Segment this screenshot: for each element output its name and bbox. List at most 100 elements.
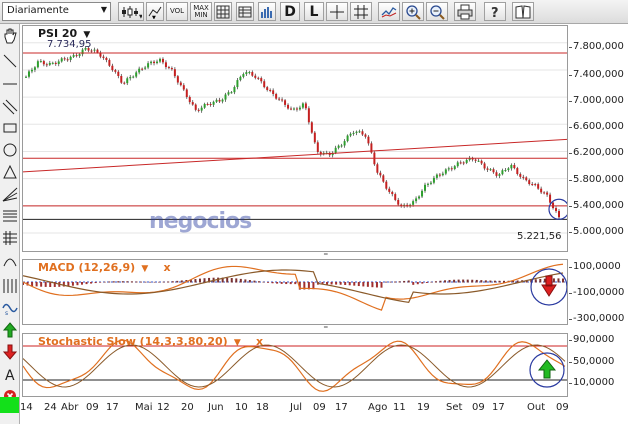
price-y-axis: 7.800,000 7.400,000 7.000,000 6.600,000 …	[569, 25, 628, 252]
fibonacci-tool[interactable]	[1, 206, 19, 226]
candle-body	[141, 68, 144, 70]
macd-title-group[interactable]: MACD (12,26,9) ▼ x	[38, 261, 171, 274]
multi-crosshair-button[interactable]	[350, 2, 372, 21]
rectangle-icon	[3, 123, 17, 133]
macd-histogram-bar	[534, 279, 537, 283]
macd-histogram-bar	[44, 282, 47, 287]
min-label: MIN	[194, 10, 208, 19]
candle-body	[105, 57, 108, 61]
candle-body	[525, 177, 528, 181]
indicators-button[interactable]: ▼	[146, 2, 164, 21]
candle-body	[346, 135, 349, 142]
macd-histogram-bar	[385, 281, 388, 283]
ellipse-tool[interactable]	[1, 140, 19, 160]
stochastic-panel[interactable]: Stochastic Slow (14,3,3,80,20) ▼ x	[22, 333, 568, 397]
macd-histogram-bar	[344, 282, 347, 285]
parallel-line-tool[interactable]	[1, 97, 19, 117]
candle-body	[117, 71, 120, 76]
price-y-tick: 5.800,000	[569, 174, 624, 185]
candle-body	[150, 61, 153, 64]
candle-body	[352, 132, 355, 134]
help-button[interactable]: ?	[484, 2, 506, 21]
macd-histogram-bar	[267, 282, 270, 283]
macd-histogram-bar	[421, 282, 424, 284]
candle-body	[415, 198, 418, 202]
candle-body	[298, 107, 301, 110]
price-chart-panel[interactable]: PSI 20 ▼ 7.734,95 5.221,56 negocios	[22, 25, 568, 252]
candle-body	[96, 49, 99, 53]
pan-tool[interactable]	[1, 26, 19, 46]
x-tick-label: Mai	[135, 402, 153, 413]
volume-button[interactable]: VOL	[166, 2, 188, 21]
manual-button[interactable]	[512, 2, 534, 21]
macd-histogram-bar	[489, 280, 492, 283]
candle-body	[215, 99, 218, 102]
fan-tool[interactable]	[1, 184, 19, 204]
macd-histogram-bar	[94, 282, 97, 284]
candle-body	[426, 183, 429, 185]
triangle-tool[interactable]	[1, 162, 19, 182]
linear-button[interactable]: L	[304, 2, 324, 21]
candle-body	[435, 174, 438, 178]
candle-body	[257, 77, 260, 79]
trendline-tool[interactable]	[1, 51, 19, 71]
buy-arrow-tool[interactable]	[1, 320, 19, 340]
candle-body	[51, 62, 54, 64]
sell-arrow-tool[interactable]	[1, 342, 19, 362]
zoom-out-button[interactable]	[426, 2, 448, 21]
candle-body	[138, 68, 141, 73]
zoom-in-button[interactable]	[402, 2, 424, 21]
candle-body	[54, 62, 57, 64]
candle-body	[382, 175, 385, 182]
last-value-label: 5.221,56	[517, 231, 562, 242]
bar-chart-type-button[interactable]: ▼	[118, 2, 144, 21]
candle-body	[486, 168, 489, 170]
macd-panel[interactable]: MACD (12,26,9) ▼ x	[22, 259, 568, 325]
x-tick-label: 11	[393, 402, 406, 413]
candle-body	[310, 122, 313, 133]
arc-tool[interactable]	[1, 250, 19, 270]
x-tick-label: Set	[446, 402, 463, 413]
candle-body	[236, 80, 239, 88]
histogram-button[interactable]	[258, 2, 276, 21]
candle-body	[447, 168, 450, 170]
candle-body	[260, 78, 263, 82]
svg-text:A: A	[5, 368, 15, 382]
stochastic-close-icon: x	[255, 335, 264, 348]
macd-histogram-bar	[149, 281, 152, 283]
crosshair-button[interactable]	[326, 2, 348, 21]
candle-body	[513, 164, 516, 169]
horizontal-line-tool[interactable]	[1, 74, 19, 94]
compare-button[interactable]	[378, 2, 400, 21]
gann-tool[interactable]	[1, 228, 19, 248]
status-indicator	[0, 397, 19, 413]
svg-text:▼: ▼	[152, 15, 156, 19]
candle-body	[290, 108, 293, 110]
maxmin-button[interactable]: MAX MIN	[190, 2, 212, 21]
daily-button[interactable]: D	[280, 2, 300, 21]
x-tick-label: Out	[527, 402, 546, 413]
sine-tool[interactable]: s	[1, 298, 19, 318]
stochastic-title-group[interactable]: Stochastic Slow (14,3,3,80,20) ▼ x	[38, 335, 263, 348]
candle-body	[537, 184, 540, 189]
macd-histogram-bar	[117, 281, 120, 283]
candle-body	[281, 99, 284, 101]
panel-resize-handle[interactable]: ═	[324, 325, 336, 332]
text-tool[interactable]: A	[1, 364, 19, 384]
macd-histogram-bar	[239, 278, 242, 283]
print-button[interactable]	[454, 2, 476, 21]
question-icon: ?	[491, 6, 499, 20]
macd-histogram-bar	[35, 282, 38, 287]
table-button[interactable]	[236, 2, 254, 21]
grid-button[interactable]	[214, 2, 232, 21]
cycle-tool[interactable]	[1, 276, 19, 296]
macd-histogram-bar	[412, 282, 415, 285]
rectangle-tool[interactable]	[1, 118, 19, 138]
candle-body	[120, 75, 123, 83]
macd-histogram-bar	[158, 281, 161, 283]
candle-body	[194, 104, 197, 110]
candle-body	[412, 201, 415, 205]
stochastic-y-tick: 90,0000	[568, 334, 615, 345]
period-select[interactable]: Diariamente ▼	[2, 2, 111, 21]
candle-body	[301, 103, 304, 108]
